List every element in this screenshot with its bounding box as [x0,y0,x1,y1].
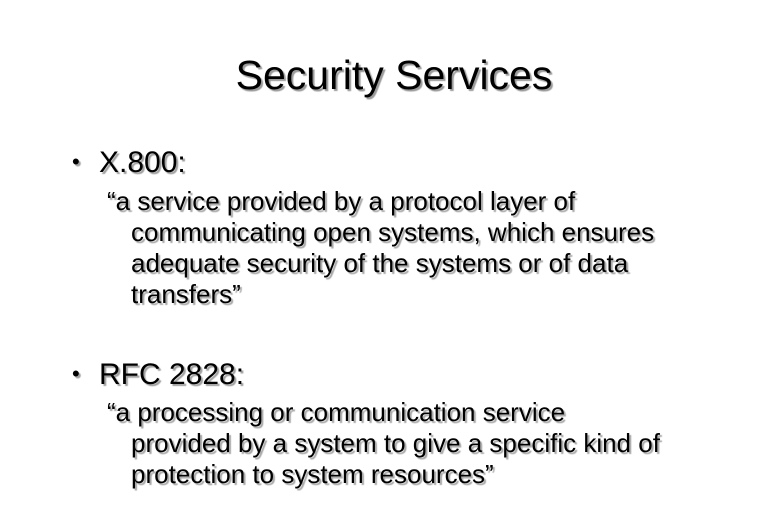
definition-quote-rfc2828: “a processing or communication service p… [107,397,660,490]
bullet-marker: • [72,361,80,386]
bullet-marker: • [72,149,80,174]
quote-line: communicating open systems, which ensure… [131,217,655,247]
bullet-label: X.800: [99,146,186,179]
slide: Security Services • X.800: “a service pro… [0,0,763,519]
quote-line: “a processing or communication service [107,397,566,427]
slide-title: Security Services [235,52,553,98]
quote-line: “a service provided by a protocol layer … [107,186,576,216]
bullet-label: RFC 2828: [99,358,245,391]
quote-line: provided by a system to give a specific … [131,428,660,458]
quote-line: protection to system resources” [131,459,494,489]
definition-quote-x800: “a service provided by a protocol layer … [107,186,654,310]
quote-line: adequate security of the systems or of d… [131,248,629,278]
bullet-x800: • X.800: [72,144,186,181]
quote-line: transfers” [131,279,241,309]
bullet-rfc2828: • RFC 2828: [72,356,244,393]
